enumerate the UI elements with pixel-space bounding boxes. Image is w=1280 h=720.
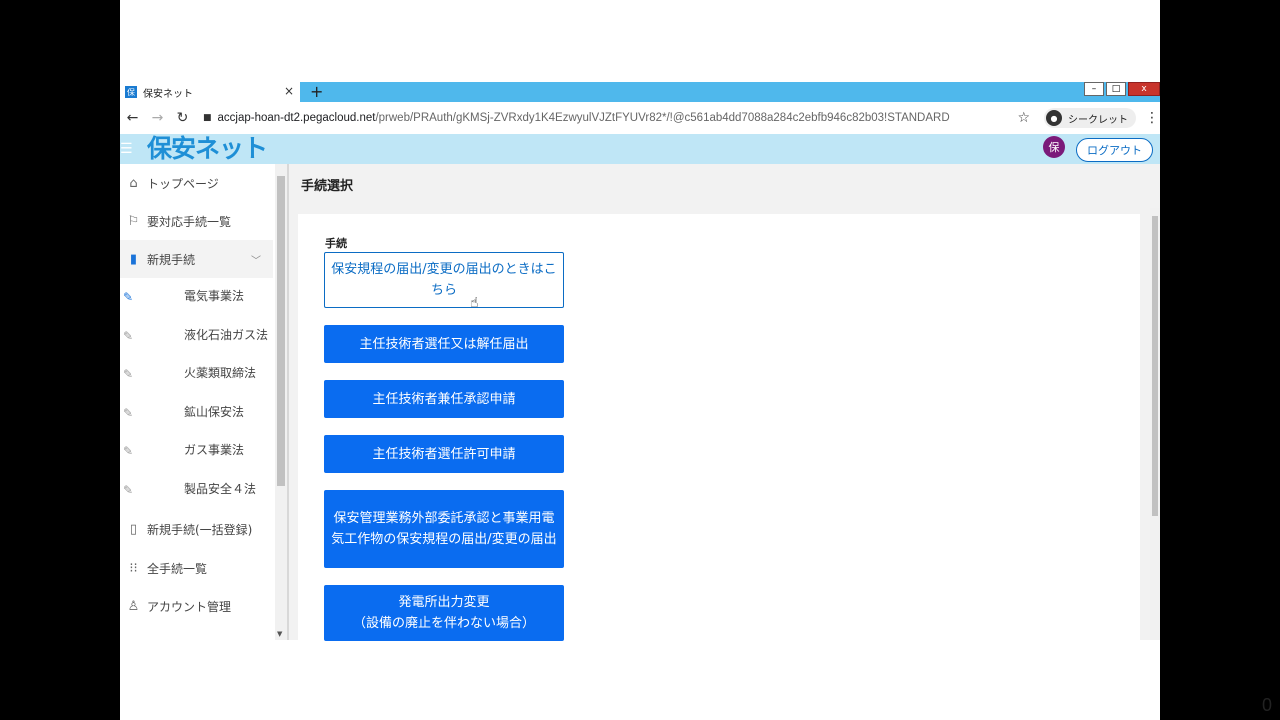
sidebar-scrollbar[interactable]: ▼ [275, 164, 287, 640]
sidebar-item-action-required[interactable]: ⚐ 要対応手続一覧 [120, 202, 273, 240]
window-controls: – □ x [1082, 82, 1160, 102]
app-logo: 保安ネット [147, 134, 268, 163]
sidebar-subitem-mine-safety[interactable]: ✎ 鉱山保安法 [120, 394, 273, 432]
pencil-icon: ✎ [123, 406, 134, 420]
favicon-icon: 保 [125, 86, 137, 98]
sidebar-subitem-label: 鉱山保安法 [184, 405, 245, 419]
home-icon: ⌂ [129, 175, 138, 191]
chevron-down-icon: ﹀ [251, 255, 261, 267]
field-label: 手続 [325, 237, 347, 250]
power-output-change-button[interactable]: 発電所出力変更 （設備の廃止を伴わない場合） [324, 585, 564, 641]
sidebar-scroll-thumb[interactable] [277, 176, 285, 486]
sidebar-item-label: 要対応手続一覧 [147, 214, 232, 229]
sidebar-item-bulk-new[interactable]: ▯ 新規手続(一括登録) [120, 510, 273, 548]
browser-tab-strip: 保 保安ネット × + – □ x [120, 82, 1160, 102]
minimize-button[interactable]: – [1084, 82, 1104, 96]
outsourcing-approval-button[interactable]: 保安管理業務外部委託承認と事業用電気工作物の保安規程の届出/変更の届出 [324, 490, 564, 568]
sidebar-item-account[interactable]: ♙ アカウント管理 [120, 587, 273, 625]
chief-engineer-concurrent-button[interactable]: 主任技術者兼任承認申請 [324, 380, 564, 418]
sidebar-item-label: トップページ [147, 176, 219, 191]
reload-icon[interactable]: ↻ [170, 110, 195, 126]
back-arrow-icon[interactable]: ← [120, 110, 145, 126]
window-close-button[interactable]: x [1128, 82, 1160, 96]
sidebar-subitem-label: ガス事業法 [184, 443, 245, 457]
hamburger-menu-icon[interactable]: ☰ [120, 141, 133, 157]
sidebar-item-label: 全手続一覧 [147, 561, 208, 576]
url-field[interactable]: accjap-hoan-dt2.pegacloud.net/prweb/PRAu… [218, 112, 950, 124]
sidebar-subitem-gas[interactable]: ✎ ガス事業法 [120, 432, 273, 470]
grid-icon: ⁝⁝ [129, 560, 138, 576]
main-scroll-thumb[interactable] [1152, 216, 1158, 516]
browser-menu-icon[interactable]: ⋮ [1144, 110, 1160, 126]
sidebar-subitem-label: 電気事業法 [184, 289, 245, 303]
screen-frame: 保 保安ネット × + – □ x ← → ↻ ■ accjap-hoan-dt… [120, 0, 1160, 720]
procedure-card: 手続 保安規程の届出/変更の届出のときはこちら 主任技術者選任又は解任届出 主任… [298, 214, 1140, 641]
new-tab-button[interactable]: + [310, 82, 323, 102]
sidebar-subitem-product-safety[interactable]: ✎ 製品安全４法 [120, 471, 273, 509]
avatar[interactable]: 保 [1043, 136, 1065, 158]
user-icon: ♙ [127, 598, 140, 614]
pencil-icon: ✎ [123, 290, 134, 304]
maximize-button[interactable]: □ [1106, 82, 1126, 96]
address-bar: ← → ↻ ■ accjap-hoan-dt2.pegacloud.net/pr… [120, 102, 1160, 134]
main-content: 手続選択 手続 保安規程の届出/変更の届出のときはこちら 主任技術者選任又は解任… [289, 164, 1160, 641]
incognito-icon: ● [1046, 110, 1062, 126]
sidebar-nav: ⌂ トップページ ⚐ 要対応手続一覧 ▮ 新規手続 ﹀ ✎ 電気事業法 ✎ 液化… [120, 164, 287, 640]
main-scrollbar[interactable] [1150, 208, 1160, 640]
flag-icon: ⚐ [127, 213, 140, 229]
sidebar-item-all-procedures[interactable]: ⁝⁝ 全手続一覧 [120, 549, 273, 587]
sidebar-item-top-page[interactable]: ⌂ トップページ [120, 164, 273, 202]
incognito-badge[interactable]: ● シークレット [1044, 108, 1136, 128]
browser-tab[interactable]: 保 保安ネット × [120, 82, 300, 102]
file-icon: ▯ [129, 521, 138, 537]
logout-button[interactable]: ログアウト [1076, 138, 1153, 162]
forward-arrow-icon[interactable]: → [145, 110, 170, 126]
chief-engineer-permit-button[interactable]: 主任技術者選任許可申請 [324, 435, 564, 473]
slide-number: 0 [1261, 695, 1272, 715]
page-title: 手続選択 [301, 179, 354, 194]
app-header: ☰ 保安ネット 保 ログアウト [120, 134, 1160, 164]
bookmark-star-icon[interactable]: ☆ [1017, 110, 1030, 126]
chief-engineer-appointment-button[interactable]: 主任技術者選任又は解任届出 [324, 325, 564, 363]
url-path: /prweb/PRAuth/gKMSj-ZVRxdy1K4EzwyulVJZtF… [375, 112, 950, 124]
sidebar-item-label: 新規手続(一括登録) [147, 522, 253, 537]
pencil-icon: ✎ [123, 444, 134, 458]
sidebar-subitem-electricity[interactable]: ✎ 電気事業法 [120, 278, 273, 316]
sidebar-subitem-label: 火薬類取締法 [184, 366, 257, 380]
document-icon: ▮ [129, 251, 138, 267]
sidebar-subitem-label: 液化石油ガス法 [184, 328, 269, 342]
sidebar-subitem-lpg[interactable]: ✎ 液化石油ガス法 [120, 317, 273, 355]
sidebar-item-new-procedure[interactable]: ▮ 新規手続 ﹀ [120, 240, 273, 278]
tab-close-icon[interactable]: × [284, 84, 294, 98]
url-host: accjap-hoan-dt2.pegacloud.net [217, 112, 376, 124]
pencil-icon: ✎ [123, 329, 134, 343]
lock-icon[interactable]: ■ [203, 113, 212, 123]
incognito-label: シークレット [1068, 114, 1128, 126]
scroll-down-arrow-icon[interactable]: ▼ [277, 630, 282, 638]
sidebar-item-label: 新規手続 [147, 252, 196, 267]
sidebar-item-label: アカウント管理 [147, 599, 232, 614]
safety-rules-button[interactable]: 保安規程の届出/変更の届出のときはこちら [324, 252, 564, 308]
pencil-icon: ✎ [123, 367, 134, 381]
tab-title: 保安ネット [143, 88, 193, 100]
sidebar-subitem-explosives[interactable]: ✎ 火薬類取締法 [120, 355, 273, 393]
hand-cursor-icon: ☝ [470, 295, 479, 311]
pencil-icon: ✎ [123, 483, 134, 497]
sidebar-subitem-label: 製品安全４法 [184, 482, 257, 496]
